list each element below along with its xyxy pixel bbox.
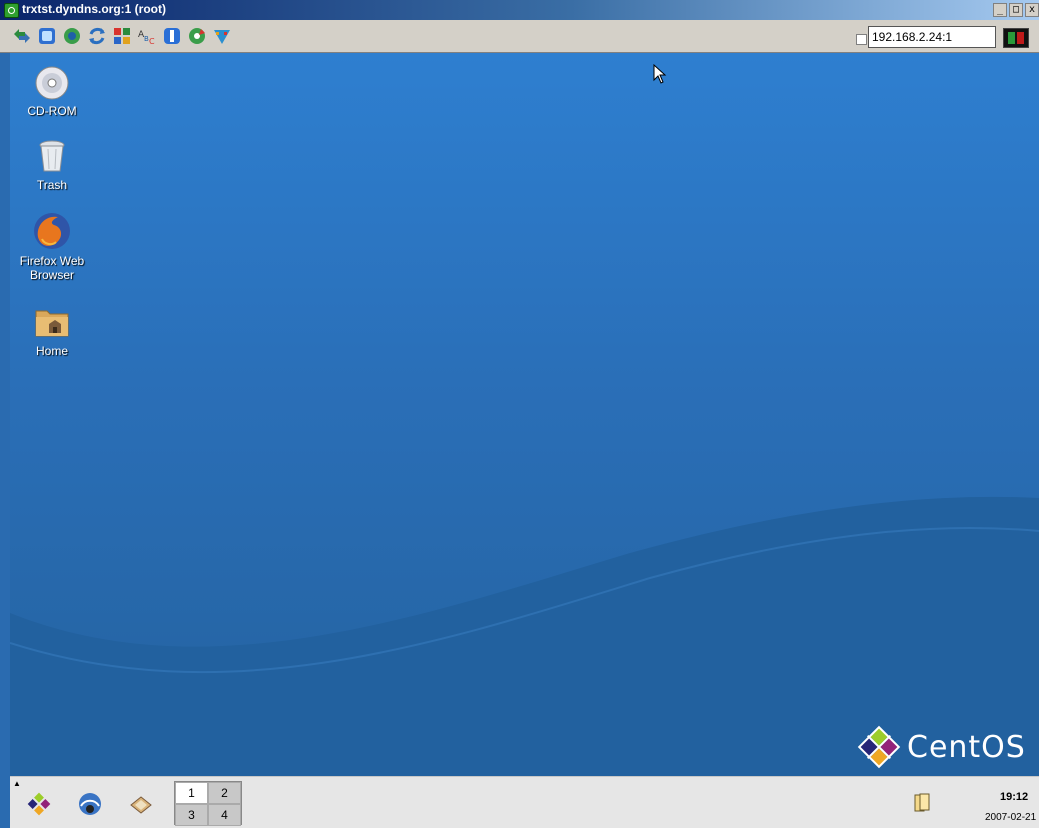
window-controls: _ □ x <box>993 3 1039 17</box>
clock-time[interactable]: 19:12 <box>1000 791 1028 803</box>
workspace-2[interactable]: 2 <box>208 782 241 804</box>
svg-text:C: C <box>149 37 155 46</box>
desktop-icon-trash[interactable]: Trash <box>14 139 90 192</box>
bottom-panel: ▲ 1 2 3 4 19:12 2007-02-21 <box>10 776 1039 828</box>
clipboard-icon[interactable] <box>112 26 132 46</box>
trash-icon <box>39 140 65 172</box>
reconnect-icon[interactable] <box>87 26 107 46</box>
clock-date[interactable]: 2007-02-21 <box>985 812 1036 823</box>
desktop-icon-label-line: Firefox Web <box>19 254 85 268</box>
workspace-switcher: 1 2 3 4 <box>174 781 242 826</box>
address-checkbox[interactable] <box>856 34 867 45</box>
workspace-4[interactable]: 4 <box>208 804 241 826</box>
desktop-icon-cdrom[interactable]: CD-ROM <box>14 65 90 118</box>
home-folder-icon <box>35 310 69 337</box>
desktop-icon-home[interactable]: Home <box>14 303 90 358</box>
vnc-app-icon[interactable] <box>4 3 19 18</box>
desktop-icon-firefox[interactable]: Firefox Web Browser <box>14 211 90 282</box>
desktop-icon-label-line: Browser <box>29 268 74 282</box>
panel-hide-arrow-icon[interactable]: ▲ <box>13 779 21 788</box>
workspace-1[interactable]: 1 <box>175 782 208 804</box>
refresh-icon[interactable] <box>62 26 82 46</box>
toolbar-icons: A B C <box>12 26 232 46</box>
notes-icon[interactable] <box>914 793 930 813</box>
text-chat-icon[interactable]: A B C <box>137 26 157 46</box>
settings-icon[interactable] <box>187 26 207 46</box>
server-address-field[interactable]: 192.168.2.24:1 <box>868 26 996 48</box>
desktop-icon-label: Firefox Web Browser <box>14 254 90 282</box>
desktop-icon-label: Home <box>35 344 68 358</box>
vnc-viewer-window: trxtst.dyndns.org:1 (root) _ □ x A B C 1… <box>0 0 1039 828</box>
firefox-icon <box>34 213 70 249</box>
options-icon[interactable] <box>12 26 32 46</box>
browser-icon[interactable] <box>77 791 103 817</box>
full-screen-icon[interactable] <box>37 26 57 46</box>
window-title: trxtst.dyndns.org:1 (root) <box>22 2 166 16</box>
centos-logo-text: CentOS <box>907 729 1026 765</box>
mouse-pointer-icon <box>653 64 667 84</box>
close-button[interactable]: x <box>1025 3 1039 17</box>
status-led-icon <box>1008 32 1015 44</box>
remote-desktop[interactable]: CD-ROM Trash Firefox Web Browser Home Ce… <box>10 53 1039 776</box>
minimize-button[interactable]: _ <box>993 3 1007 17</box>
title-bar[interactable]: trxtst.dyndns.org:1 (root) _ □ x <box>0 0 1039 20</box>
desktop-icon-label: CD-ROM <box>27 104 77 118</box>
main-menu-icon[interactable] <box>26 791 52 817</box>
file-manager-icon[interactable] <box>128 791 154 817</box>
centos-logo: CentOS <box>855 723 1026 771</box>
file-transfer-icon[interactable] <box>162 26 182 46</box>
viewer-toolbar: A B C 192.168.2.24:1 <box>0 20 1039 53</box>
status-led-icon <box>1017 32 1024 44</box>
centos-emblem-icon <box>857 725 901 769</box>
cdrom-icon <box>35 66 69 100</box>
wallpaper-wave <box>10 496 1039 776</box>
workspace-3[interactable]: 3 <box>175 804 208 826</box>
desktop-icon-label: Trash <box>36 178 68 192</box>
connection-status-icon <box>1003 28 1029 48</box>
maximize-button[interactable]: □ <box>1009 3 1023 17</box>
extras-icon[interactable] <box>212 26 232 46</box>
